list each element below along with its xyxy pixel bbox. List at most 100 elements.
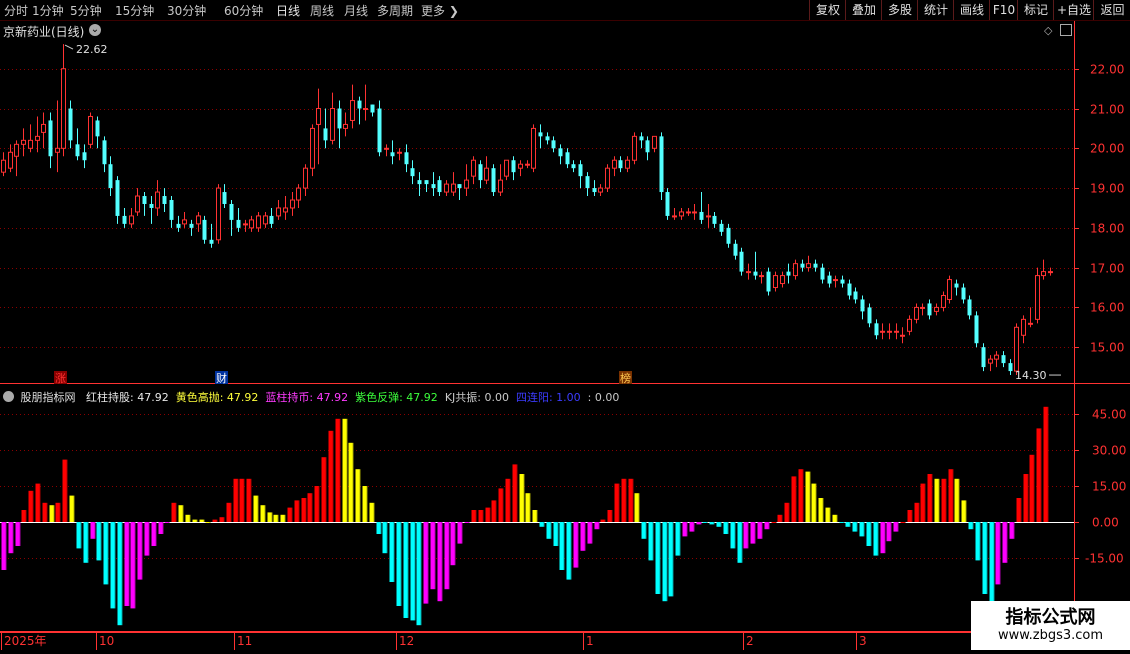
indicator-panel[interactable]: 45.00 30.00 15.00 0.00 -15.00 [0, 384, 1130, 632]
indicator-bar [805, 471, 811, 522]
panel-toggle-icon[interactable] [1060, 24, 1072, 36]
candle-body [14, 143, 19, 157]
chevron-down-icon[interactable]: ⌄ [89, 24, 101, 36]
period-tab-9[interactable]: 多周期 [377, 2, 413, 19]
indicator-value-4: KJ共振: 0.00 [444, 391, 509, 404]
candle-body [337, 108, 342, 129]
candle-body [48, 120, 53, 157]
candle-body [437, 180, 442, 193]
indicator-bar [934, 478, 940, 522]
price-tick-label: 19.00 [1090, 182, 1124, 196]
toolbar-button-5[interactable]: F10 [989, 0, 1018, 20]
period-tab-8[interactable]: 月线 [344, 2, 368, 19]
indicator-bar [1, 522, 7, 570]
period-tab-3[interactable]: 15分钟 [115, 2, 154, 19]
event-mark-2: 榜 [620, 371, 631, 384]
indicator-bar [423, 522, 429, 604]
indicator-bar [233, 478, 239, 522]
candle-body [679, 211, 684, 217]
indicator-bar [505, 478, 511, 522]
candle-body [605, 167, 610, 189]
period-tab-7[interactable]: 周线 [310, 2, 334, 19]
candle-body [504, 159, 509, 177]
toolbar-button-4[interactable]: 画线 [953, 0, 990, 20]
period-tab-4[interactable]: 30分钟 [167, 2, 206, 19]
toolbar-button-3[interactable]: 统计 [917, 0, 954, 20]
candle-body [880, 330, 885, 333]
candle-body [323, 128, 328, 141]
date-label-4: 1 [586, 634, 594, 648]
indicator-bar [471, 510, 477, 522]
candle-body [759, 275, 764, 278]
candle-body [1021, 318, 1026, 336]
toolbar-button-8[interactable]: 返回 [1093, 0, 1130, 20]
value-tick-label: 0.00 [1092, 516, 1119, 530]
candle-body [874, 323, 879, 336]
candle-body [129, 215, 134, 225]
candle-body [927, 303, 932, 316]
date-label-3: 12 [399, 634, 414, 648]
indicator-bar [600, 519, 606, 522]
candle-body [343, 123, 348, 129]
indicator-bar [491, 500, 497, 522]
period-tab-1[interactable]: 1分钟 [32, 2, 64, 19]
indicator-bar [811, 483, 817, 522]
indicator-bar [389, 522, 395, 582]
period-tab-10[interactable]: 更多 ❯ [421, 2, 459, 19]
candle-body [162, 196, 167, 204]
indicator-bar [55, 502, 61, 522]
indicator-value-1: 黄色高抛: 47.92 [175, 391, 259, 404]
price-tick-label: 20.00 [1090, 142, 1124, 156]
toolbar-button-1[interactable]: 叠加 [845, 0, 882, 20]
candle-body [296, 187, 301, 201]
indicator-bar [784, 502, 790, 522]
candle-body [290, 199, 295, 209]
indicator-name: 股朋指标网 [20, 391, 76, 404]
indicator-bar [757, 522, 763, 539]
period-tab-2[interactable]: 5分钟 [70, 2, 102, 19]
diamond-icon[interactable]: ◇ [1044, 24, 1052, 37]
candle-body [813, 263, 818, 268]
indicator-bar [178, 505, 184, 522]
candle-body [733, 243, 738, 256]
indicator-bar [199, 519, 205, 522]
indicator-bar [185, 514, 191, 522]
candle-body [263, 215, 268, 225]
candle-body [269, 215, 274, 224]
indicator-bar [273, 514, 279, 522]
candle-body [404, 152, 409, 165]
period-tab-5[interactable]: 60分钟 [224, 2, 263, 19]
indicator-bar [49, 505, 55, 522]
candle-body [357, 100, 362, 109]
indicator-bar [948, 469, 954, 522]
indicator-bar [485, 507, 491, 522]
indicator-bar [69, 495, 75, 522]
price-tick-label: 15.00 [1090, 341, 1124, 355]
candle-body [444, 183, 449, 193]
indicator-bar [914, 502, 920, 522]
toolbar-button-2[interactable]: 多股 [881, 0, 918, 20]
period-tab-6[interactable]: 日线 [276, 2, 300, 19]
indicator-bar [968, 522, 974, 530]
high-price-label: 22.62 [76, 43, 108, 56]
toolbar-button-0[interactable]: 复权 [809, 0, 846, 20]
period-tab-0[interactable]: 分时 [4, 2, 28, 19]
indicator-bar [566, 522, 572, 580]
candlestick-panel[interactable]: 22.00 21.00 20.00 19.00 18.00 17.00 16.00 15.00… [0, 21, 1130, 385]
candle-body [545, 136, 550, 141]
chevron-down-icon[interactable] [3, 391, 14, 402]
candlestick-chart: 22.00 21.00 20.00 19.00 18.00 17.00 16.00 15.00… [0, 21, 1130, 385]
indicator-bar [430, 522, 436, 590]
indicator-bar [839, 522, 845, 523]
toolbar-button-6[interactable]: 标记 [1017, 0, 1054, 20]
indicator-bar [348, 442, 354, 522]
candle-body [867, 307, 872, 324]
indicator-bar [716, 522, 722, 527]
date-label-6: 3 [859, 634, 867, 648]
date-label-2: 11 [237, 634, 252, 648]
candle-body [780, 275, 785, 285]
candle-body [82, 152, 87, 161]
toolbar-button-7[interactable]: +自选 [1053, 0, 1094, 20]
indicator-bar [730, 522, 736, 549]
candle-body [585, 176, 590, 189]
